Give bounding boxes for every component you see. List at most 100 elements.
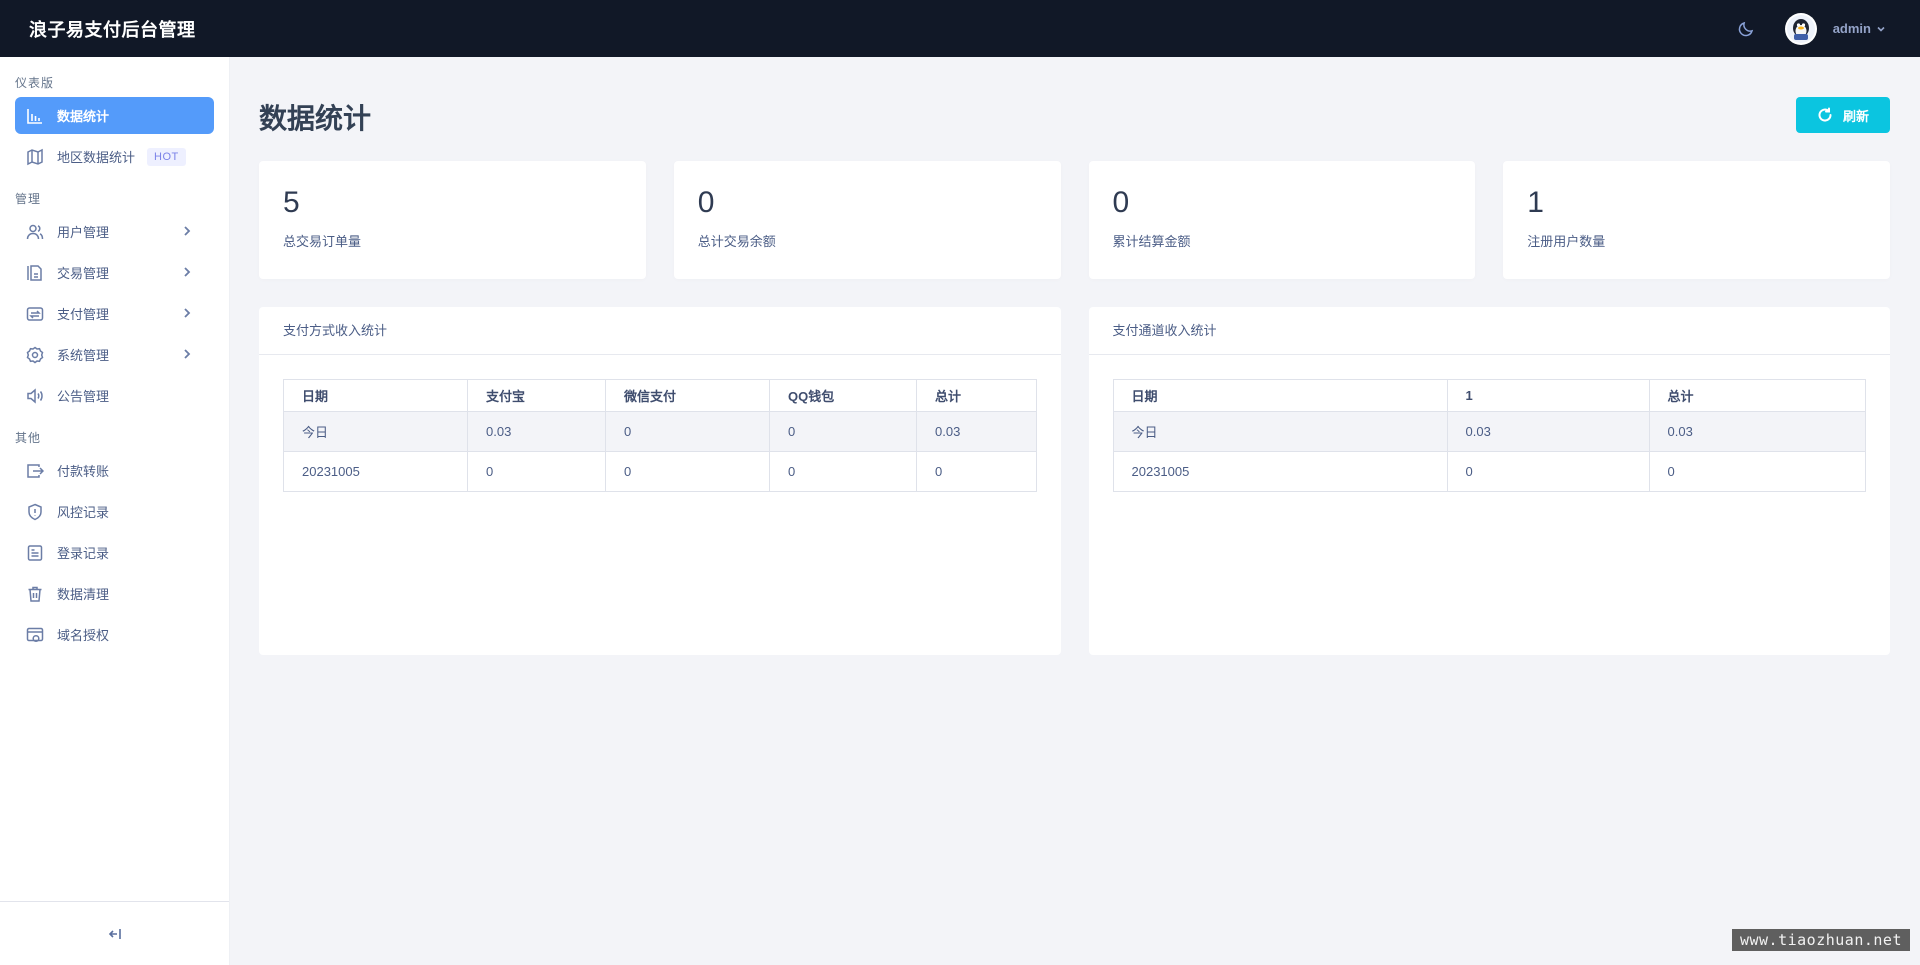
transfer-out-icon	[25, 461, 45, 481]
log-icon	[25, 543, 45, 563]
table-cell: 0	[605, 451, 770, 492]
sidebar-item-label: 付款转账	[57, 464, 110, 479]
moon-icon[interactable]	[1735, 18, 1757, 40]
sidebar-item-label: 数据清理	[57, 587, 110, 602]
table-cell: 0.03	[467, 411, 606, 452]
watermark: www.tiaozhuan.net	[1731, 929, 1910, 951]
sidebar-item-label: 登录记录	[57, 546, 110, 561]
stat-label: 注册用户数量	[1527, 234, 1606, 249]
stat-card-settled-amount: 0 累计结算金额	[1088, 161, 1476, 279]
column-header: 支付宝	[467, 379, 606, 412]
sidebar-item-data-stats[interactable]: 数据统计	[15, 97, 214, 134]
sidebar-item-user-manage[interactable]: 用户管理	[15, 213, 214, 250]
domain-icon	[25, 625, 45, 645]
table-cell: 0.03	[1446, 411, 1650, 452]
column-header: 总计	[916, 379, 1037, 412]
table-cell: 0	[1446, 451, 1650, 492]
refresh-button[interactable]: 刷新	[1796, 97, 1890, 133]
section-title-dashboard: 仪表版	[15, 76, 55, 90]
hot-badge: HOT	[147, 147, 186, 166]
shield-icon	[25, 502, 45, 522]
table-cell: 0	[467, 451, 606, 492]
sidebar-item-risk-log[interactable]: 风控记录	[15, 493, 214, 530]
sidebar-item-label: 系统管理	[57, 348, 110, 363]
table-cell: 今日	[283, 411, 468, 452]
sidebar-item-login-log[interactable]: 登录记录	[15, 534, 214, 571]
stat-label: 累计结算金额	[1112, 234, 1191, 249]
stat-value: 1	[1527, 186, 1544, 219]
collapse-sidebar-button[interactable]	[0, 901, 229, 965]
sidebar-item-label: 公告管理	[57, 389, 110, 404]
sidebar-item-transfer[interactable]: 付款转账	[15, 452, 214, 489]
chevron-right-icon	[184, 349, 191, 359]
chevron-right-icon	[184, 267, 191, 277]
table-row: 今日 0.03 0 0 0.03	[283, 411, 1037, 452]
sidebar-item-label: 数据统计	[57, 109, 110, 124]
column-header: QQ钱包	[769, 379, 917, 412]
speaker-icon	[25, 386, 45, 406]
user-name: admin	[1832, 21, 1871, 36]
table-row: 20231005 0 0	[1112, 451, 1866, 492]
payment-method-panel: 支付方式收入统计 日期 支付宝 微信支付 QQ钱包 总计 今日 0.03 0 0…	[259, 307, 1061, 655]
sidebar-item-system-manage[interactable]: 系统管理	[15, 336, 214, 373]
sidebar-item-region-stats[interactable]: 地区数据统计 HOT	[15, 138, 214, 175]
stat-label: 总交易订单量	[283, 234, 362, 249]
chevron-right-icon	[184, 226, 191, 236]
sidebar-item-data-clean[interactable]: 数据清理	[15, 575, 214, 612]
sidebar: 仪表版 数据统计 地区数据统计 HOT 管理 用户管理 交易管理 支付管理 系统…	[0, 57, 230, 965]
table-cell: 20231005	[283, 451, 468, 492]
stat-label: 总计交易余额	[697, 234, 776, 249]
table-header-row: 日期 1 总计	[1112, 379, 1866, 412]
sidebar-item-pay-manage[interactable]: 支付管理	[15, 295, 214, 332]
users-icon	[25, 222, 45, 242]
column-header: 日期	[283, 379, 468, 412]
stat-value: 0	[1112, 186, 1130, 219]
sidebar-item-label: 支付管理	[57, 307, 110, 322]
stat-card-registered-users: 1 注册用户数量	[1503, 161, 1890, 279]
table-cell: 0	[769, 411, 917, 452]
sidebar-item-label: 风控记录	[57, 505, 110, 520]
app-title: 浪子易支付后台管理	[29, 19, 196, 40]
stat-card-total-balance: 0 总计交易余额	[673, 161, 1061, 279]
table-cell: 20231005	[1112, 451, 1448, 492]
column-header: 1	[1446, 379, 1650, 412]
payment-channel-table: 日期 1 总计 今日 0.03 0.03 20231005 0 0	[1112, 379, 1867, 492]
document-icon	[25, 263, 45, 283]
stat-value: 5	[283, 186, 300, 219]
table-cell: 0	[1648, 451, 1866, 492]
table-row: 20231005 0 0 0 0	[283, 451, 1037, 492]
penguin-avatar-icon	[1786, 14, 1815, 43]
collapse-left-icon	[108, 928, 121, 939]
table-row: 今日 0.03 0.03	[1112, 411, 1866, 452]
avatar[interactable]	[1784, 12, 1817, 45]
table-header-row: 日期 支付宝 微信支付 QQ钱包 总计	[283, 379, 1037, 412]
table-cell: 0.03	[1648, 411, 1866, 452]
payment-channel-panel: 支付通道收入统计 日期 1 总计 今日 0.03 0.03 20231005 0…	[1088, 307, 1890, 655]
chevron-right-icon	[184, 308, 191, 318]
table-cell: 0	[916, 451, 1037, 492]
panel-title: 支付通道收入统计	[1088, 307, 1890, 355]
user-menu[interactable]: admin	[1833, 21, 1886, 36]
stat-value: 0	[697, 186, 715, 219]
sidebar-item-label: 地区数据统计	[57, 150, 136, 165]
stat-cards: 5 总交易订单量 0 总计交易余额 0 累计结算金额 1 注册用户数量	[259, 161, 1890, 279]
table-cell: 0	[769, 451, 917, 492]
sidebar-item-label: 域名授权	[57, 628, 110, 643]
sidebar-item-trade-manage[interactable]: 交易管理	[15, 254, 214, 291]
stat-panels: 支付方式收入统计 日期 支付宝 微信支付 QQ钱包 总计 今日 0.03 0 0…	[259, 307, 1890, 655]
column-header: 微信支付	[605, 379, 770, 412]
table-cell: 0	[605, 411, 770, 452]
page-title: 数据统计	[259, 103, 372, 134]
stat-card-total-orders: 5 总交易订单量	[259, 161, 646, 279]
chevron-down-icon	[1877, 26, 1885, 32]
refresh-label: 刷新	[1842, 108, 1869, 124]
section-title-manage: 管理	[15, 192, 42, 206]
sidebar-item-notice-manage[interactable]: 公告管理	[15, 377, 214, 414]
gear-icon	[25, 345, 45, 365]
top-bar: 浪子易支付后台管理 admin	[0, 0, 1920, 57]
panel-title: 支付方式收入统计	[259, 307, 1061, 355]
sidebar-item-domain-auth[interactable]: 域名授权	[15, 616, 214, 653]
trash-icon	[25, 584, 45, 604]
table-cell: 今日	[1112, 411, 1448, 452]
payment-method-table: 日期 支付宝 微信支付 QQ钱包 总计 今日 0.03 0 0 0.03 202…	[283, 379, 1037, 492]
